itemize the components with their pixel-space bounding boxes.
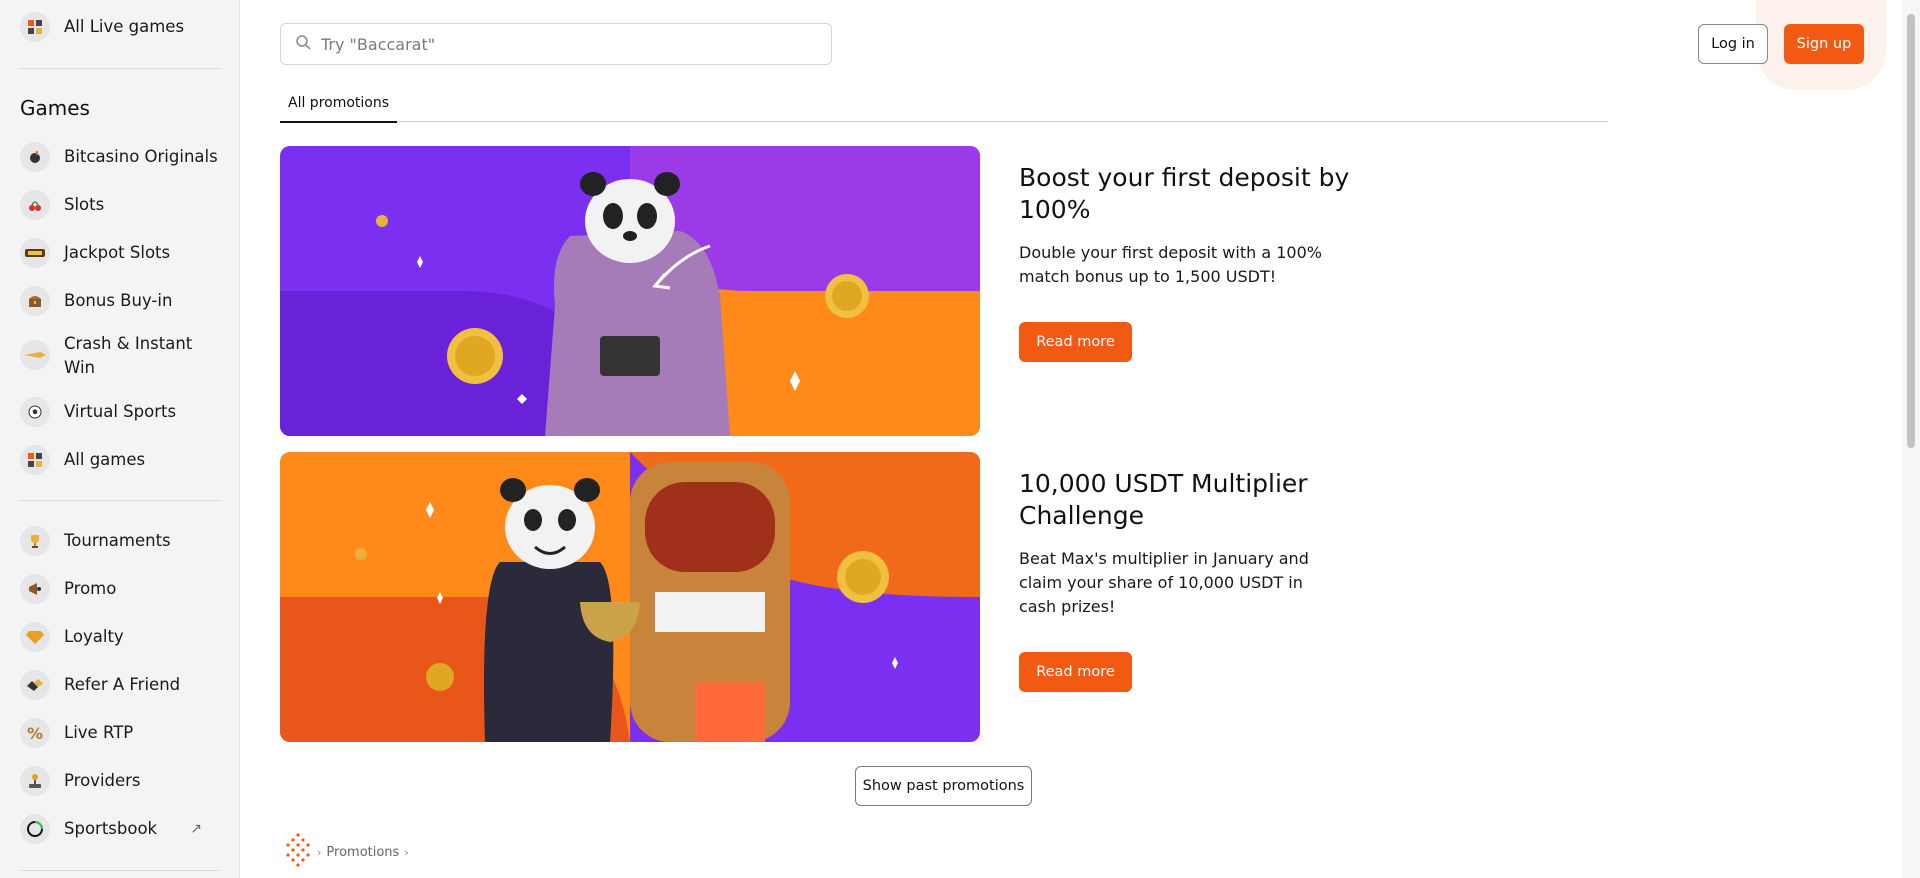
sidebar-item-label: Refer A Friend bbox=[64, 675, 181, 694]
sidebar-item-label: Loyalty bbox=[64, 627, 124, 646]
sidebar-item-tournaments[interactable]: Tournaments bbox=[20, 524, 171, 558]
sidebar-item-label: Sportsbook bbox=[64, 819, 158, 838]
sidebar-item-label: Tournaments bbox=[64, 531, 171, 550]
sidebar-item-virtual-sports[interactable]: Virtual Sports bbox=[20, 395, 176, 429]
sidebar-item-jackpot-slots[interactable]: Jackpot Slots bbox=[20, 236, 170, 270]
sidebar-item-label: Providers bbox=[64, 771, 141, 790]
treasure-chest-icon bbox=[20, 286, 50, 316]
sidebar-item-refer-a-friend[interactable]: Refer A Friend bbox=[20, 668, 180, 702]
login-button[interactable]: Log in bbox=[1698, 24, 1768, 64]
sidebar-item-label: Jackpot Slots bbox=[64, 243, 171, 262]
sidebar-item-all-live-games[interactable]: All Live games bbox=[20, 10, 184, 44]
sidebar-item-all-games[interactable]: All games bbox=[20, 443, 145, 477]
divider bbox=[20, 500, 220, 501]
sidebar-item-bitcasino-originals[interactable]: Bitcasino Originals bbox=[20, 140, 218, 174]
promo-banner-image[interactable] bbox=[280, 146, 980, 436]
chevron-right-icon: › bbox=[404, 845, 409, 859]
trophy-icon bbox=[20, 526, 50, 556]
rocket-icon bbox=[20, 340, 50, 370]
sidebar-item-label: Bonus Buy-in bbox=[64, 291, 173, 310]
page-scrollbar[interactable] bbox=[1902, 0, 1920, 878]
sidebar-item-label: Virtual Sports bbox=[64, 402, 177, 421]
promo-description: Beat Max's multiplier in January and cla… bbox=[1019, 549, 1309, 616]
scrollbar-thumb[interactable] bbox=[1907, 14, 1915, 448]
sidebar-item-live-rtp[interactable]: % Live RTP bbox=[20, 716, 133, 750]
promo-description: Double your first deposit with a 100% ma… bbox=[1019, 243, 1322, 286]
sidebar-item-label: Slots bbox=[64, 195, 105, 214]
sidebar-item-bonus-buy-in[interactable]: Bonus Buy-in bbox=[20, 284, 172, 318]
tab-all-promotions[interactable]: All promotions bbox=[280, 92, 398, 123]
divider bbox=[20, 870, 220, 871]
signup-button[interactable]: Sign up bbox=[1784, 24, 1864, 64]
promotions-tabs: All promotions bbox=[280, 92, 1608, 123]
show-past-promotions-button[interactable]: Show past promotions bbox=[855, 766, 1032, 806]
sidebar-item-loyalty[interactable]: Loyalty bbox=[20, 620, 124, 654]
promo-banner-image[interactable] bbox=[280, 452, 980, 742]
sidebar-item-label: Promo bbox=[64, 579, 117, 598]
external-link-icon: ↗ bbox=[190, 821, 202, 837]
sidebar-item-providers[interactable]: Providers bbox=[20, 764, 141, 798]
sidebar-item-label: Bitcasino Originals bbox=[64, 147, 218, 166]
cherries-icon bbox=[20, 190, 50, 220]
sidebar-item-crash-instant-win[interactable]: Crash & Instant Win bbox=[20, 332, 194, 380]
sidebar-item-label: All Live games bbox=[64, 17, 185, 36]
sidebar-item-promo[interactable]: Promo bbox=[20, 572, 116, 606]
home-logo-icon[interactable] bbox=[284, 832, 312, 872]
diamond-icon bbox=[20, 622, 50, 652]
sidebar-item-sportsbook[interactable]: Sportsbook ↗ bbox=[20, 812, 220, 846]
read-more-button[interactable]: Read more bbox=[1019, 322, 1132, 362]
megaphone-icon bbox=[20, 574, 50, 604]
bomb-icon bbox=[20, 142, 50, 172]
promo-title: 10,000 USDT Multiplier Challenge bbox=[1019, 469, 1308, 530]
football-icon bbox=[20, 397, 50, 427]
breadcrumb-current[interactable]: Promotions bbox=[326, 845, 399, 860]
sidebar: All Live games Games Bitcasino Originals… bbox=[0, 0, 240, 878]
joystick-icon bbox=[20, 766, 50, 796]
search-icon bbox=[295, 34, 311, 54]
handshake-icon bbox=[20, 670, 50, 700]
sidebar-item-slots[interactable]: Slots bbox=[20, 188, 104, 222]
sidebar-item-label: All games bbox=[64, 450, 146, 469]
grid-icon bbox=[20, 12, 50, 42]
sidebar-item-label: Crash & Instant Win bbox=[64, 334, 193, 377]
search-bar[interactable] bbox=[280, 23, 832, 65]
sidebar-item-label: Live RTP bbox=[64, 723, 134, 742]
jackpot-icon bbox=[20, 238, 50, 268]
divider bbox=[20, 68, 220, 69]
read-more-button[interactable]: Read more bbox=[1019, 652, 1132, 692]
sportsbook-icon bbox=[20, 814, 50, 844]
search-input[interactable] bbox=[321, 34, 801, 54]
percent-icon: % bbox=[20, 718, 50, 748]
games-section-title: Games bbox=[20, 96, 90, 120]
grid-icon bbox=[20, 445, 50, 475]
chevron-right-icon: › bbox=[317, 845, 322, 859]
breadcrumb: › Promotions › bbox=[284, 832, 414, 872]
promo-title: Boost your first deposit by 100% bbox=[1019, 163, 1350, 224]
